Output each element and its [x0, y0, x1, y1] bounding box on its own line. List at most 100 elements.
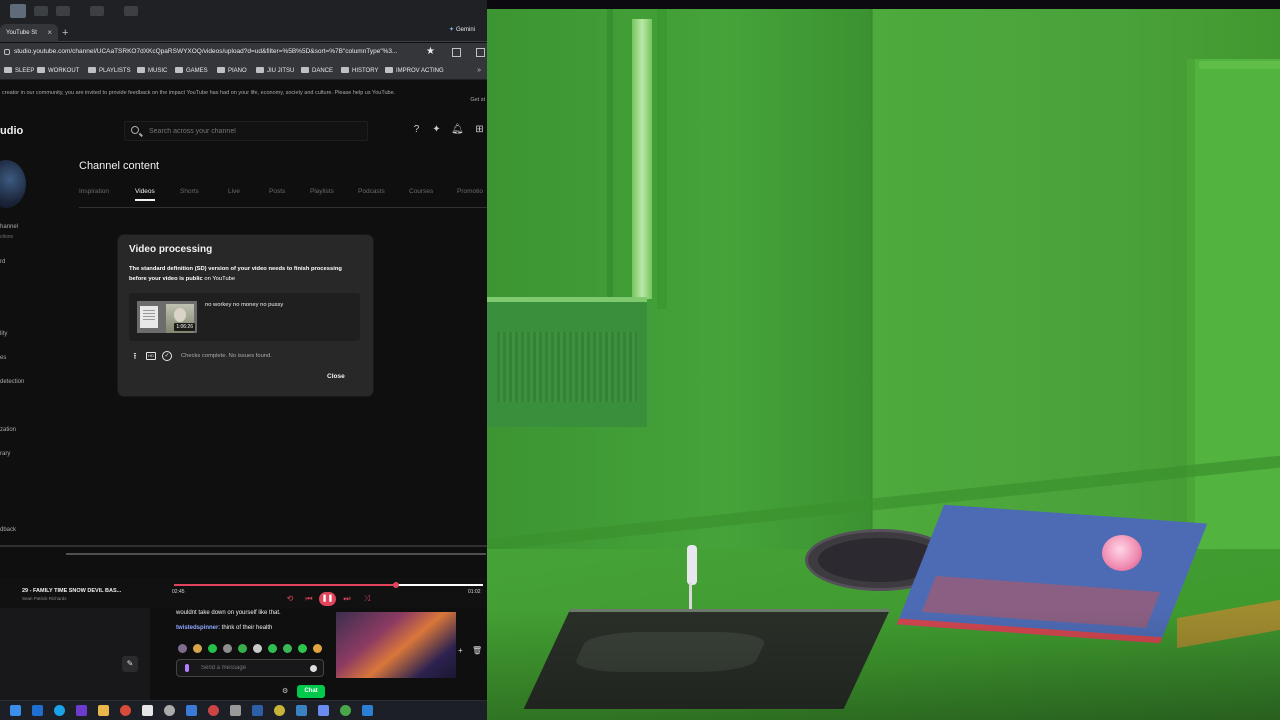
sidebar-item-monetization[interactable]: zation	[0, 427, 16, 433]
trash-icon[interactable]: 🗑︎	[472, 646, 482, 655]
extensions-icon[interactable]	[452, 48, 461, 57]
taskbar-tab-stub[interactable]	[56, 6, 70, 16]
url-text[interactable]: studio.youtube.com/channel/UCAaTSRKO7dXK…	[14, 48, 422, 55]
vscode-icon[interactable]	[32, 705, 43, 716]
tab-live[interactable]: Live	[228, 188, 240, 195]
bookmark-jiu-jitsu[interactable]: JIU JITSU	[256, 67, 294, 74]
progress-knob[interactable]	[393, 582, 400, 588]
sidebar-item-dashboard[interactable]: rd	[0, 259, 5, 265]
bookmark-games[interactable]: GAMES	[175, 67, 208, 74]
pencil-icon[interactable]: ✎	[122, 656, 138, 672]
side-panel-icon[interactable]	[476, 48, 485, 57]
add-icon[interactable]: +	[458, 646, 463, 655]
notifications-icon[interactable]: 🔔︎	[451, 124, 464, 135]
tab-posts[interactable]: Posts	[269, 188, 285, 195]
sidebar-item-quality[interactable]: lity	[0, 331, 7, 337]
bookmark-piano[interactable]: PIANO	[217, 67, 247, 74]
emote-icon[interactable]	[208, 644, 217, 653]
address-bar[interactable]: studio.youtube.com/channel/UCAaTSRKO7dXK…	[0, 43, 487, 63]
app-icon[interactable]	[274, 705, 285, 716]
create-icon[interactable]: ⊞	[474, 124, 485, 135]
gemini-button[interactable]: ✦ Gemini	[449, 26, 477, 33]
bookmark-workout[interactable]: WORKOUT	[37, 67, 79, 74]
bookmark-music[interactable]: MUSIC	[137, 67, 167, 74]
settings-gear-icon[interactable]: ⚙	[282, 687, 288, 695]
chat-input[interactable]	[201, 663, 301, 673]
repeat-icon[interactable]: ⟲	[285, 594, 295, 604]
sidebar-item-detection[interactable]: detection	[0, 379, 24, 385]
bookmark-improv-acting[interactable]: IMPROV ACTING	[385, 67, 444, 74]
shuffle-icon[interactable]: ⤨	[362, 594, 372, 604]
emote-icon[interactable]	[298, 644, 307, 653]
notepad-icon[interactable]	[142, 705, 153, 716]
app-icon[interactable]	[340, 705, 351, 716]
app-icon[interactable]	[10, 4, 26, 18]
start-icon[interactable]	[10, 705, 21, 716]
tab-shorts[interactable]: Shorts	[180, 188, 199, 195]
progress-bar[interactable]	[174, 582, 483, 588]
tab-podcasts[interactable]: Podcasts	[358, 188, 385, 195]
bookmark-star-icon[interactable]: ★	[426, 46, 435, 57]
tab-playlists[interactable]: Playlists	[310, 188, 334, 195]
vpn-icon[interactable]	[318, 705, 329, 716]
taskbar-tab-stub[interactable]	[124, 6, 138, 16]
scrollbar-thumb[interactable]	[66, 553, 486, 555]
sidebar-item-library[interactable]: rary	[0, 451, 10, 457]
new-tab-icon[interactable]: +	[62, 24, 68, 42]
previous-icon[interactable]: ⏮︎	[304, 594, 314, 604]
emote-icon[interactable]	[238, 644, 247, 653]
emote-icon[interactable]	[313, 644, 322, 653]
doc-icon[interactable]	[186, 705, 197, 716]
bookmark-history[interactable]: HISTORY	[341, 67, 378, 74]
tab-videos[interactable]: Videos	[135, 188, 155, 201]
search-app-icon[interactable]	[164, 705, 175, 716]
site-info-icon[interactable]	[4, 49, 10, 55]
sparkle-icon[interactable]: ✦	[431, 124, 442, 135]
app-icon[interactable]	[296, 705, 307, 716]
tab-inspiration[interactable]: Inspiration	[79, 188, 109, 195]
tab-promotions[interactable]: Promotio	[457, 188, 483, 195]
video-thumbnail[interactable]: 1:06:26	[137, 301, 197, 333]
emote-icon[interactable]	[253, 644, 262, 653]
emote-icon[interactable]	[193, 644, 202, 653]
chat-username[interactable]: twistedspinner	[176, 625, 218, 631]
tab-courses[interactable]: Courses	[409, 188, 433, 195]
taskbar-tab-stub[interactable]	[90, 6, 104, 16]
edge-icon[interactable]	[54, 705, 65, 716]
channel-search[interactable]	[124, 121, 368, 141]
more-bookmarks-icon[interactable]: »	[477, 67, 481, 74]
pause-button[interactable]: ❚❚	[319, 592, 336, 606]
bookmark-dance[interactable]: DANCE	[301, 67, 333, 74]
taskbar-tab-stub[interactable]	[34, 6, 48, 16]
emote-icon[interactable]	[223, 644, 232, 653]
photoshop-icon[interactable]	[252, 705, 263, 716]
tab-youtube-studio[interactable]: YouTube St ×	[0, 24, 58, 42]
chat-send-button[interactable]: Chat	[297, 685, 325, 698]
settings-icon[interactable]	[230, 705, 241, 716]
app-icon[interactable]	[362, 705, 373, 716]
studio-logo[interactable]: udio	[0, 125, 23, 137]
app-icon[interactable]	[76, 705, 87, 716]
sidebar-item-feedback[interactable]: dback	[0, 527, 16, 533]
help-icon[interactable]: ?	[411, 124, 422, 135]
emote-icon[interactable]	[178, 644, 187, 653]
channel-avatar[interactable]	[0, 160, 26, 208]
search-input[interactable]	[149, 125, 359, 137]
emote-icon[interactable]	[268, 644, 277, 653]
chat-input-box[interactable]	[176, 659, 324, 677]
horizontal-scrollbar[interactable]	[0, 545, 487, 555]
banner-action[interactable]: Get st	[470, 96, 485, 105]
next-icon[interactable]: ⏭︎	[342, 594, 352, 604]
obs-icon[interactable]	[208, 705, 219, 716]
bookmark-playlists[interactable]: PLAYLISTS	[88, 67, 131, 74]
bits-icon[interactable]	[185, 664, 189, 672]
emote-icon[interactable]	[283, 644, 292, 653]
file-explorer-icon[interactable]	[98, 705, 109, 716]
sidebar-channel-name[interactable]: hannel	[0, 224, 18, 230]
sidebar-item-ies[interactable]: es	[0, 355, 6, 361]
close-button[interactable]: Close	[327, 373, 345, 380]
emoji-icon[interactable]	[310, 665, 317, 672]
chrome-icon[interactable]	[120, 705, 131, 716]
close-tab-icon[interactable]: ×	[47, 24, 52, 42]
bookmark-sleep[interactable]: SLEEP	[4, 67, 34, 74]
